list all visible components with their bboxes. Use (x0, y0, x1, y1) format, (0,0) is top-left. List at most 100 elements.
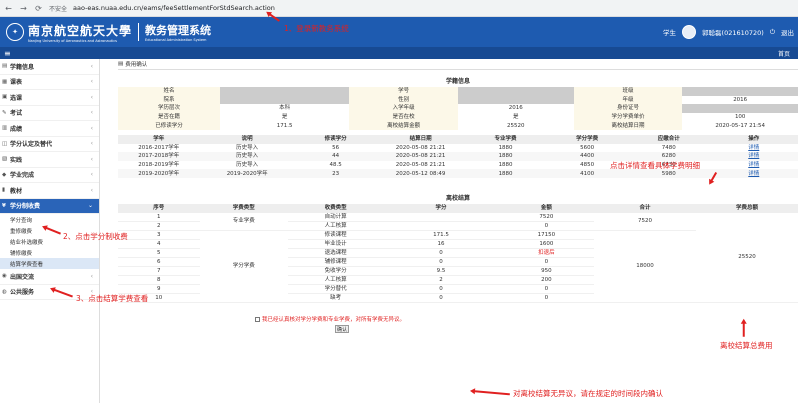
practice-icon: ▧ (2, 156, 8, 163)
grand-total-cell: 25520 (695, 212, 798, 303)
money-icon: ¥ (2, 202, 6, 209)
cap-icon: ◆ (2, 171, 7, 178)
info-label: 离校结算金额 (349, 121, 458, 130)
info-label: 学分学费单价 (573, 112, 683, 122)
amount-cell: 0 (498, 293, 594, 303)
sidebar-item-grades[interactable]: ▥ 成绩 ‹ (0, 121, 99, 137)
column-header: 专业学费 (464, 134, 547, 144)
column-header: 金额 (498, 203, 594, 213)
info-label: 年级 (573, 95, 683, 105)
detail-link[interactable]: 详情 (709, 169, 798, 178)
home-link[interactable]: 首页 (778, 49, 790, 58)
detail-link[interactable]: 详情 (709, 152, 798, 161)
info-label: 入学年级 (349, 104, 458, 113)
column-header: 说明 (199, 134, 295, 144)
table-cell: 1880 (498, 144, 513, 151)
amount-cell: 7520 (498, 212, 594, 222)
credit-cell: 0 (383, 293, 499, 303)
info-label: 班级 (573, 87, 683, 96)
reload-icon[interactable]: ⟳ (34, 4, 43, 13)
info-label: 身份证号 (573, 104, 683, 113)
info-row: 姓名 学号 班级 (118, 87, 798, 96)
info-row: 院系 性别 年级 2016 (118, 95, 798, 105)
sidebar-subitem-minor-fee[interactable]: 辅修缴费 (0, 247, 99, 258)
credit-cell: 0 (383, 257, 499, 267)
menu-icon[interactable]: ≡ (4, 49, 11, 58)
sidebar-subitem-settlement[interactable]: 结算学费查看 (0, 258, 99, 269)
credit-icon: ◫ (2, 140, 8, 147)
seq-cell: 8 (118, 275, 200, 285)
breadcrumb: ▤ 费用确认 (118, 59, 798, 70)
forward-icon[interactable]: → (19, 4, 28, 13)
sidebar-item-fees[interactable]: ¥ 学分制收费 ⌄ (0, 198, 99, 214)
info-value: 100 (682, 112, 798, 122)
column-header: 收费类型 (287, 203, 384, 213)
table-cell: 2020-05-08 21:21 (395, 144, 446, 151)
sidebar-item-textbook[interactable]: ▮ 教材 ‹ (0, 183, 99, 199)
credit-cell: 9.5 (383, 266, 499, 276)
annotation-total: 离校结算总费用 (720, 341, 773, 350)
chevron-down-icon: ⌄ (87, 202, 93, 210)
chevron-left-icon: ‹ (90, 186, 93, 194)
column-header: 学费总额 (695, 203, 798, 213)
year-fee-table: 学年 说明 修读学分 结算日期 专业学费 学分学费 应缴合计 操作 2016-2017学年 历史… (118, 134, 798, 178)
charge-type-cell: 退选课程 (287, 248, 384, 258)
avatar[interactable] (682, 25, 697, 39)
chevron-left-icon: ‹ (90, 124, 93, 132)
user-name[interactable]: 郭聪磊(021610720) (702, 27, 764, 37)
confirm-button[interactable]: 确认 (335, 325, 349, 333)
logout-link[interactable]: 退出 (781, 27, 794, 37)
table-cell: 5600 (580, 144, 595, 151)
info-value: 是 (457, 112, 574, 122)
sidebar-item-exchange[interactable]: ◉ 出国交流 ‹ (0, 269, 99, 285)
detail-link[interactable]: 详情 (710, 161, 798, 170)
back-icon[interactable]: ← (4, 4, 13, 13)
logout-icon[interactable]: ⏻ (770, 28, 775, 37)
system-name: 教务管理系统 (145, 24, 212, 37)
sidebar-item-timetable[interactable]: ▦ 课表 ‹ (0, 75, 99, 90)
sidebar-item-practice[interactable]: ▧ 实践 ‹ (0, 152, 99, 168)
amount-cell: 1600 (498, 239, 594, 249)
cart-icon: ▣ (2, 94, 8, 101)
service-icon: ◍ (2, 288, 7, 295)
credit-cell (383, 221, 499, 231)
detail-link[interactable]: 详情 (710, 144, 798, 153)
info-value (682, 104, 798, 113)
role-label[interactable]: 学生 (663, 27, 676, 37)
table-cell: 2020-05-08 21:21 (376, 152, 465, 161)
annotation-fees: 2、点击学分制收费 (63, 232, 128, 241)
charge-type-cell: 人工核算 (287, 275, 384, 285)
charge-type-cell: 缺考 (287, 293, 384, 303)
seq-cell: 9 (118, 284, 200, 294)
seq-cell: 6 (118, 257, 200, 267)
column-header: 修读学分 (294, 134, 377, 144)
system-name-en: Educational Administration System (145, 38, 207, 42)
credit-cell (383, 212, 499, 222)
sidebar-item-status[interactable]: ▤ 学籍信息 ‹ (0, 59, 99, 75)
sidebar-item-completion[interactable]: ◆ 学业完成 ‹ (0, 168, 99, 183)
url-bar[interactable]: aao-eas.nuaa.edu.cn/eams/feeSettlementFo… (73, 4, 275, 12)
credit-cell: 0 (383, 248, 499, 258)
info-value (457, 87, 574, 96)
fee-type-cell: 学分学费 (199, 230, 288, 303)
info-value: 2016 (457, 104, 574, 113)
table-row: 1 专业学费 自动计算 7520 7520 25520 (118, 212, 798, 303)
column-header: 操作 (709, 134, 798, 144)
confirm-checkbox[interactable] (255, 316, 260, 322)
table-cell: 2019-2020学年 (199, 169, 295, 178)
site-header: ✦ 南京航空航天大學 Nanjing University of Aeronau… (0, 17, 798, 47)
sidebar-subitem-credit-query[interactable]: 学分查询 (0, 214, 99, 225)
table-cell: 历史导入 (236, 162, 259, 169)
info-label: 性别 (349, 95, 458, 105)
table-cell: 2020-05-08 21:21 (395, 162, 446, 169)
school-name: 南京航空航天大學 (28, 23, 133, 38)
sidebar-item-exam[interactable]: ✎ 考试 ‹ (0, 106, 99, 121)
info-value (220, 95, 350, 105)
info-row: 学历层次 本科 入学年级 2016 身份证号 (118, 104, 798, 113)
sidebar-item-course-select[interactable]: ▣ 选课 ‹ (0, 90, 99, 106)
sidebar-item-credit[interactable]: ◫ 学分认定及替代 ‹ (0, 137, 99, 152)
chevron-left-icon: ‹ (90, 171, 93, 179)
table-cell: 2020-05-12 08:49 (376, 169, 465, 178)
fee-type-cell: 专业学费 (199, 212, 288, 231)
table-row: 2016-2017学年 历史导入 56 2020-05-08 21:21 1880 560… (118, 144, 798, 153)
